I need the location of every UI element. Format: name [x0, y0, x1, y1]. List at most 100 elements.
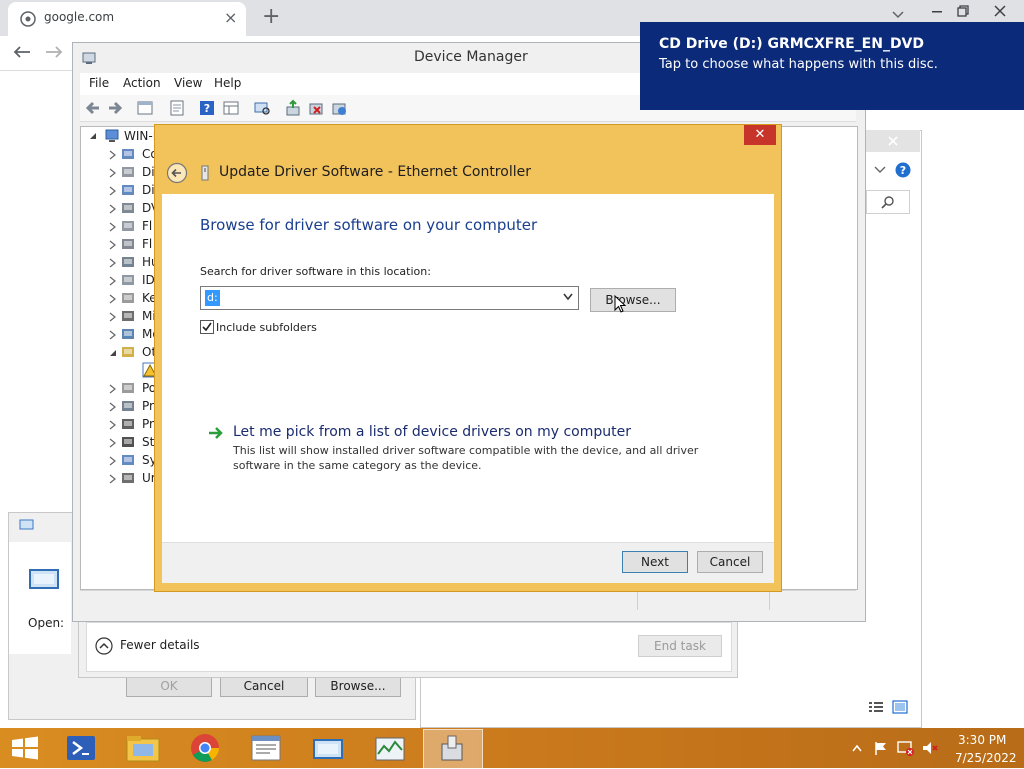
tree-item-label[interactable]: Pr	[142, 417, 154, 431]
expand-node-icon[interactable]	[108, 258, 118, 268]
expand-node-icon[interactable]	[108, 474, 118, 484]
run-cancel-button[interactable]: Cancel	[220, 675, 308, 697]
volume-muted-icon[interactable]	[921, 740, 939, 756]
run-ok-button[interactable]: OK	[126, 675, 212, 697]
device-category-icon	[122, 437, 134, 447]
background-close-icon[interactable]	[886, 134, 900, 148]
tree-item-label[interactable]: ID	[142, 273, 155, 287]
dialog-close-button[interactable]: ✕	[744, 125, 776, 145]
expand-node-icon[interactable]	[108, 204, 118, 214]
site-favicon-icon	[20, 11, 36, 27]
run-browse-button[interactable]: Browse...	[315, 675, 401, 697]
expand-node-icon[interactable]	[108, 384, 118, 394]
clock-time[interactable]: 3:30 PM	[958, 733, 1006, 747]
collapse-root-icon[interactable]	[88, 131, 98, 141]
chrome-icon[interactable]	[177, 730, 233, 766]
restore-icon[interactable]	[956, 4, 970, 18]
expand-node-icon[interactable]	[108, 150, 118, 160]
device-manager-taskbar-icon[interactable]	[238, 730, 294, 766]
checkmark-icon	[202, 322, 212, 332]
menu-file[interactable]: File	[89, 76, 109, 90]
action-center-flag-icon[interactable]	[873, 740, 889, 756]
powershell-icon[interactable]	[53, 730, 109, 766]
task-manager-taskbar-icon[interactable]	[362, 730, 418, 766]
tab-search-icon[interactable]	[892, 10, 904, 20]
toolbar-forward-icon[interactable]	[106, 99, 124, 117]
driver-path-value[interactable]: d:	[205, 290, 220, 306]
autoplay-toast[interactable]: CD Drive (D:) GRMCXFRE_EN_DVD Tap to cho…	[640, 22, 1024, 110]
include-subfolders-checkbox[interactable]	[200, 320, 214, 334]
tiles-view-icon[interactable]	[892, 700, 908, 714]
browse-button[interactable]: Browse...	[590, 288, 676, 312]
run-taskbar-icon[interactable]	[300, 730, 356, 766]
toast-message: Tap to choose what happens with this dis…	[659, 57, 938, 72]
toolbar-help-icon[interactable]: ?	[198, 99, 216, 117]
include-subfolders-label[interactable]: Include subfolders	[216, 321, 317, 334]
next-button[interactable]: Next	[622, 551, 688, 573]
expand-chevron-icon[interactable]	[874, 165, 886, 175]
expand-node-icon[interactable]	[108, 438, 118, 448]
minimize-icon[interactable]	[930, 4, 944, 18]
dropdown-chevron-icon[interactable]	[563, 293, 573, 301]
toolbar-show-hide-icon[interactable]	[136, 99, 154, 117]
tree-item-label[interactable]: St	[142, 435, 154, 449]
status-divider	[637, 592, 638, 610]
close-tab-icon[interactable]: ×	[224, 8, 237, 27]
run-program-icon	[29, 569, 59, 589]
start-windows-icon[interactable]	[10, 735, 40, 761]
tree-item-label[interactable]: Fl	[142, 237, 152, 251]
run-title-icon	[19, 519, 34, 530]
forward-arrow-icon[interactable]	[44, 44, 64, 60]
toolbar-update-driver-icon[interactable]	[284, 99, 302, 117]
file-explorer-icon[interactable]	[115, 730, 171, 766]
toolbar-view-icon[interactable]	[222, 99, 240, 117]
expand-node-icon[interactable]	[108, 294, 118, 304]
expand-node-icon[interactable]	[108, 312, 118, 322]
browser-tab[interactable]: google.com ×	[8, 2, 246, 36]
cancel-button[interactable]: Cancel	[697, 551, 763, 573]
tree-item-label[interactable]: Di	[142, 183, 155, 197]
back-button-icon[interactable]	[166, 162, 188, 184]
dialog-heading: Browse for driver software on your compu…	[200, 216, 538, 234]
expand-node-icon[interactable]	[108, 402, 118, 412]
browser-close-icon[interactable]	[992, 3, 1008, 19]
details-view-icon[interactable]	[868, 700, 884, 714]
expand-node-icon[interactable]	[108, 222, 118, 232]
taskbar-active-app[interactable]	[423, 729, 483, 769]
expand-node-icon[interactable]	[108, 240, 118, 250]
toolbar-back-icon[interactable]	[84, 99, 102, 117]
show-hidden-icons-chevron[interactable]	[852, 744, 862, 752]
network-error-icon[interactable]	[897, 740, 915, 756]
toolbar-add-hardware-icon[interactable]	[330, 99, 348, 117]
toolbar-scan-icon[interactable]	[253, 99, 271, 117]
expand-node-icon[interactable]	[108, 456, 118, 466]
driver-path-combobox[interactable]: d:	[200, 286, 579, 310]
menu-action[interactable]: Action	[123, 76, 161, 90]
toolbar-properties-icon[interactable]	[168, 99, 186, 117]
help-icon[interactable]: ?	[895, 162, 911, 178]
clock-date[interactable]: 7/25/2022	[955, 751, 1017, 765]
menu-help[interactable]: Help	[214, 76, 241, 90]
expand-node-icon[interactable]	[108, 186, 118, 196]
pick-from-list-link[interactable]: Let me pick from a list of device driver…	[233, 424, 631, 440]
back-arrow-icon[interactable]	[12, 44, 32, 60]
fewer-details-link[interactable]: Fewer details	[120, 638, 200, 652]
expand-node-icon[interactable]	[108, 330, 118, 340]
tree-item-label[interactable]: Fl	[142, 219, 152, 233]
device-category-icon	[122, 419, 134, 429]
end-task-button[interactable]: End task	[638, 635, 722, 657]
device-category-icon	[122, 149, 134, 159]
tree-item-label[interactable]: Pr	[142, 399, 154, 413]
expand-node-icon[interactable]	[108, 276, 118, 286]
tree-item-label[interactable]: Di	[142, 165, 155, 179]
device-manager-title: Device Manager	[414, 49, 528, 65]
collapse-details-icon[interactable]	[95, 637, 113, 655]
collapse-node-icon[interactable]	[108, 348, 118, 358]
tree-root-label[interactable]: WIN-I	[124, 129, 156, 143]
expand-node-icon[interactable]	[108, 420, 118, 430]
toolbar-uninstall-icon[interactable]	[307, 99, 325, 117]
expand-node-icon[interactable]	[108, 168, 118, 178]
menu-view[interactable]: View	[174, 76, 202, 90]
search-box[interactable]	[866, 190, 910, 214]
new-tab-button[interactable]: +	[262, 4, 280, 29]
